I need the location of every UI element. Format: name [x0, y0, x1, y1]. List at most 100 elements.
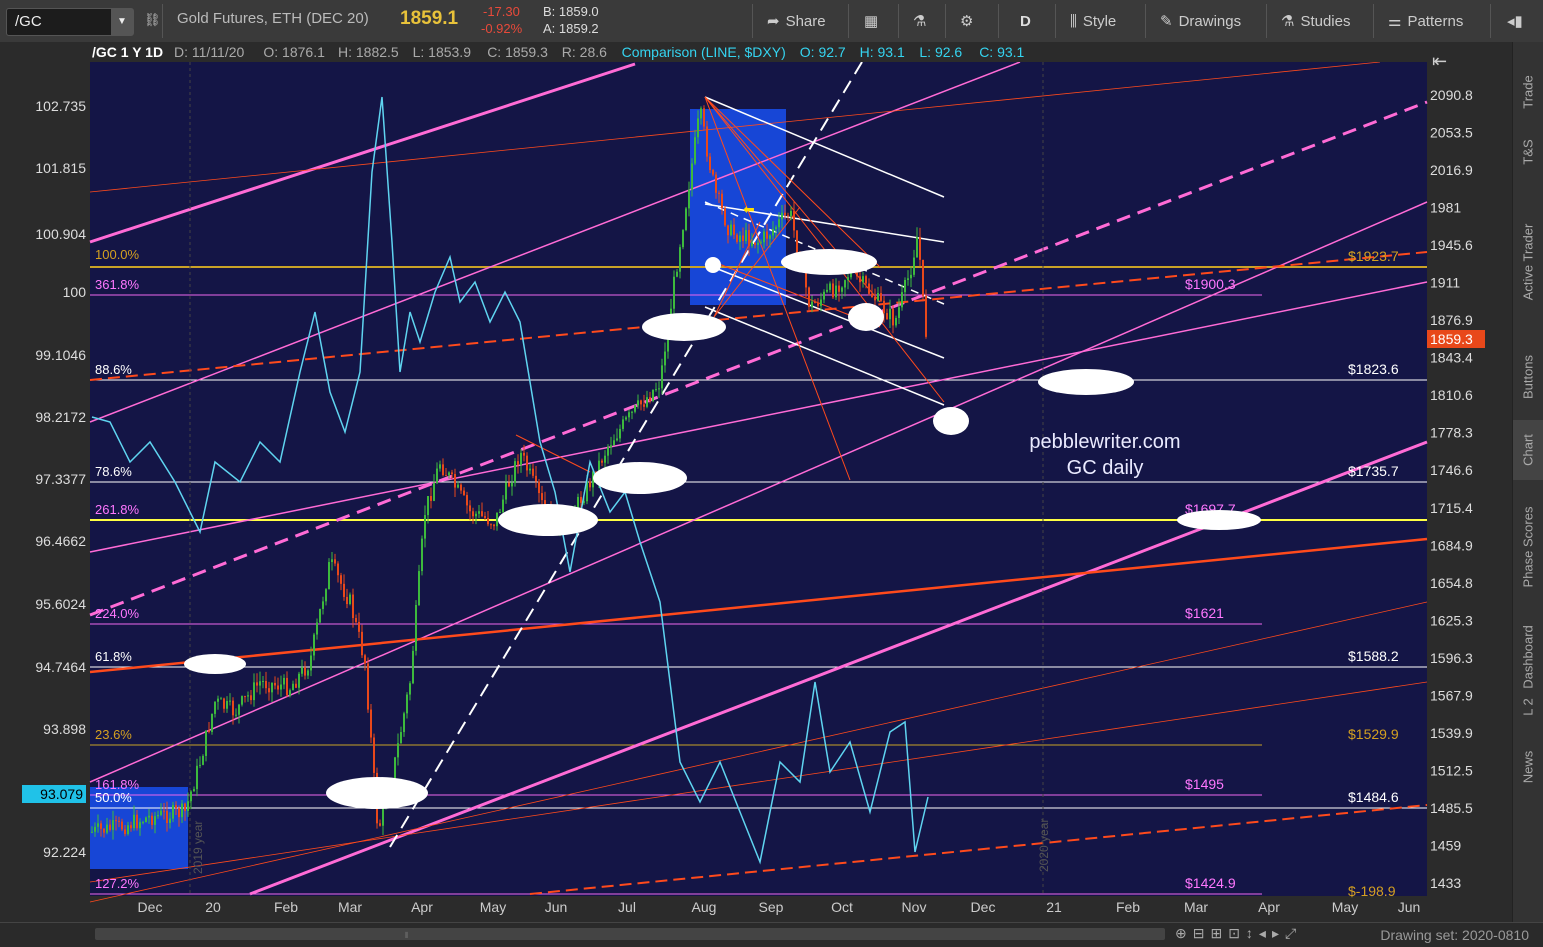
annotation-ellipse[interactable] [1177, 510, 1261, 530]
fib-price-label: $1621 [1185, 605, 1224, 621]
x-axis-tick: 21 [1046, 899, 1062, 915]
flask-button[interactable]: ⚗ [913, 8, 926, 34]
annotation-ellipse[interactable] [184, 654, 246, 674]
candle-body [379, 823, 381, 826]
candle-body [292, 683, 294, 691]
candle-body [619, 428, 621, 439]
left-axis-tick: 100.904 [35, 226, 86, 242]
candle-body [658, 388, 660, 390]
candle-body [160, 810, 162, 815]
candle-body [886, 313, 888, 320]
annotation-ellipse[interactable] [498, 504, 598, 536]
collapse-icon[interactable]: ⇤ [1432, 51, 1447, 71]
grid-button[interactable]: ▦ [864, 8, 878, 34]
candle-body [748, 230, 750, 247]
candle-body [760, 242, 762, 244]
annotation-ellipse[interactable] [593, 462, 687, 494]
candle-body [820, 299, 822, 306]
candle-body [499, 512, 501, 514]
right-axis-tick: 1625.3 [1430, 612, 1473, 628]
x-axis-tick: Jul [618, 899, 636, 915]
symbol-input[interactable]: /GC [15, 13, 42, 30]
symbol-selector[interactable]: /GC ▼ [6, 8, 134, 36]
rail-tab-trade[interactable]: Trade [1513, 52, 1543, 132]
period-button[interactable]: D [1020, 8, 1031, 34]
candle-body [121, 821, 123, 830]
zoom-controls[interactable]: ⊕⊟⊞⊡↕◂▸⤢ [1175, 925, 1302, 942]
annotation-ellipse[interactable] [642, 313, 726, 341]
candle-body [781, 212, 783, 220]
candle-body [277, 685, 279, 690]
candle-body [835, 285, 837, 298]
chevron-down-icon[interactable]: ▼ [111, 9, 133, 35]
candle-body [892, 308, 894, 326]
candle-body [901, 292, 903, 308]
fib-level-label: 88.6% [95, 362, 132, 377]
rail-tab-phase-scores[interactable]: Phase Scores [1513, 492, 1543, 602]
candle-body [628, 412, 630, 418]
right-axis-tick: 1596.3 [1430, 650, 1473, 666]
candle-body [508, 482, 510, 487]
left-axis-tick: 95.6024 [35, 596, 86, 612]
candle-body [223, 698, 225, 709]
right-axis-tick: 1512.5 [1430, 762, 1473, 778]
right-axis-tick: 1459 [1430, 837, 1461, 853]
right-axis-tick: 2053.5 [1430, 125, 1473, 141]
candle-body [214, 701, 216, 714]
candle-body [847, 277, 849, 281]
rail-tab-buttons[interactable]: Buttons [1513, 337, 1543, 417]
annotation-ellipse[interactable] [1038, 369, 1134, 395]
candle-body [907, 278, 909, 280]
drawings-button[interactable]: ✎ Drawings [1160, 8, 1241, 34]
candle-body [826, 289, 828, 292]
annotation-ellipse[interactable] [705, 257, 721, 273]
x-axis-tick: Dec [971, 899, 996, 915]
sidebar-toggle-button[interactable]: ◂▮ [1507, 8, 1523, 34]
rail-tab-t-s[interactable]: T&S [1513, 134, 1543, 170]
right-sidebar: Trade T&S Active Trader Buttons Chart Phase S… [1512, 42, 1543, 922]
candle-body [451, 472, 453, 475]
annotation-ellipse[interactable] [326, 777, 428, 809]
settings-button[interactable]: ⚙ [960, 8, 973, 34]
horizontal-scrollbar[interactable]: ⦀ [95, 928, 1165, 940]
candle-body [898, 307, 900, 318]
left-axis-tick: 102.735 [35, 98, 86, 114]
price-chart[interactable]: 2019 year 2020 year 100.0% $1923.7 361.8% $1… [0, 42, 1512, 922]
annotation-ellipse[interactable] [781, 249, 877, 275]
candle-body [793, 210, 795, 231]
x-axis-tick: Jun [1398, 899, 1421, 915]
candle-body [352, 594, 354, 619]
candle-body [871, 293, 873, 297]
rail-tab-active-trader[interactable]: Active Trader [1513, 192, 1543, 332]
rail-tab-l-2[interactable]: L 2 [1513, 687, 1543, 727]
candle-body [874, 296, 876, 301]
right-axis-tick: 1684.9 [1430, 537, 1473, 553]
candle-body [787, 215, 789, 217]
annotation-ellipse[interactable] [933, 407, 969, 435]
chain-icon[interactable]: ⛓ [144, 12, 161, 28]
candle-body [538, 481, 540, 494]
rail-tab-news[interactable]: News [1513, 737, 1543, 797]
x-axis-tick: Mar [1184, 899, 1208, 915]
grid-icon: ▦ [864, 13, 879, 30]
candle-body [439, 464, 441, 469]
patterns-icon: ⚌ [1388, 13, 1402, 30]
candle-body [622, 419, 624, 429]
x-axis-tick: Dec [138, 899, 163, 915]
share-button[interactable]: ➦ Share [767, 8, 826, 34]
chart-area[interactable]: 2019 year 2020 year 100.0% $1923.7 361.8% $1… [0, 42, 1512, 922]
candle-body [922, 259, 924, 296]
candle-body [166, 810, 168, 824]
x-axis-tick: Nov [902, 899, 927, 915]
studies-button[interactable]: ⚗ Studies [1281, 8, 1351, 34]
right-axis-tick: 1911 [1430, 275, 1460, 291]
candle-body [721, 193, 723, 209]
candle-body [430, 496, 432, 501]
right-axis-tick: 1433 [1430, 875, 1461, 891]
annotation-ellipse[interactable] [848, 303, 884, 331]
rail-tab-chart[interactable]: Chart [1513, 420, 1543, 480]
patterns-button[interactable]: ⚌ Patterns [1388, 8, 1463, 34]
style-button[interactable]: ⫼ Style [1070, 8, 1116, 34]
candle-body [286, 677, 288, 696]
candle-body [184, 803, 186, 811]
